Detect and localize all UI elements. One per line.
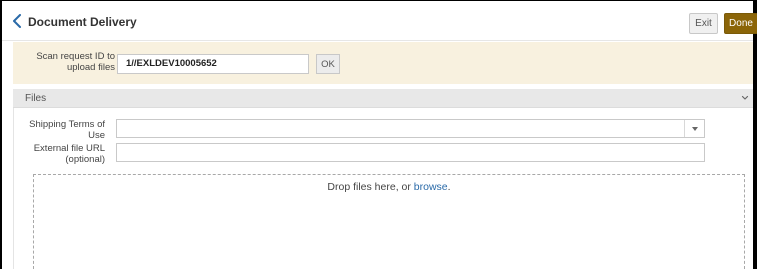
shipping-terms-select[interactable] [116, 119, 705, 138]
file-dropzone[interactable]: Drop files here, or browse. [33, 174, 745, 269]
dropzone-prompt: Drop files here, or [327, 181, 414, 193]
scan-request-input[interactable]: 1//EXLDEV10005652 [117, 54, 309, 74]
done-button[interactable]: Done [724, 13, 757, 34]
ok-button[interactable]: OK [316, 54, 340, 74]
select-caret-button[interactable] [684, 120, 704, 137]
dropzone-suffix: . [447, 181, 451, 193]
caret-down-icon [691, 126, 698, 131]
browse-link[interactable]: browse [414, 181, 448, 193]
page-header: Document Delivery Exit Done [2, 1, 757, 41]
files-section-title: Files [25, 93, 47, 104]
window-frame-right [753, 0, 757, 269]
scan-request-label: Scan request ID to upload files [36, 51, 115, 73]
external-url-input[interactable] [116, 143, 705, 162]
back-button[interactable] [10, 13, 24, 29]
chevron-down-icon[interactable] [740, 93, 750, 103]
files-section-header[interactable]: Files [13, 89, 753, 108]
external-url-label: External file URL (optional) [33, 143, 105, 165]
dropzone-text: Drop files here, or browse. [34, 181, 744, 193]
chevron-left-icon [13, 14, 21, 28]
exit-button[interactable]: Exit [689, 13, 718, 34]
page-title: Document Delivery [28, 15, 137, 29]
shipping-terms-label: Shipping Terms of Use [29, 119, 105, 141]
scan-request-panel: Scan request ID to upload files 1//EXLDE… [13, 42, 753, 84]
